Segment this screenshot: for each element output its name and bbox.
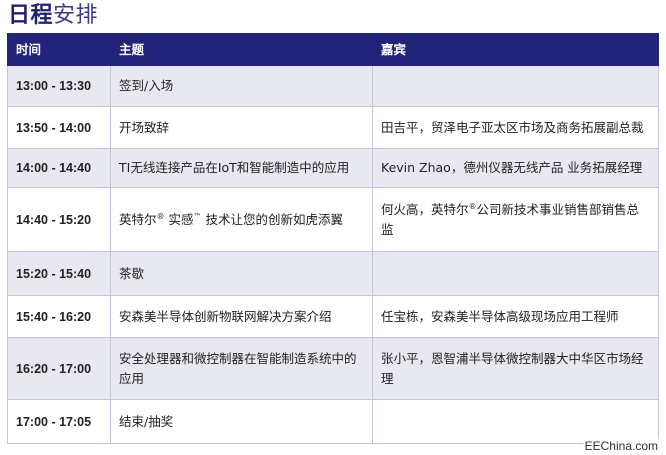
title-rest: 安排	[53, 3, 99, 28]
row-topic: 安森美半导体创新物联网解决方案介绍	[110, 295, 373, 338]
title-bold: 日程	[8, 3, 54, 28]
table-row: 17:00 - 17:05 结束/抽奖	[7, 399, 659, 444]
header-row: 时间 主题 嘉宾	[7, 33, 659, 66]
row-time: 17:00 - 17:05	[7, 399, 111, 444]
header-guest: 嘉宾	[372, 33, 659, 66]
row-topic: TI无线连接产品在IoT和智能制造中的应用	[110, 148, 373, 188]
row-time: 13:00 - 13:30	[7, 65, 111, 107]
row-time: 14:40 - 15:20	[7, 187, 111, 252]
table-row: 16:20 - 17:00 安全处理器和微控制器在智能制造系统中的应用 张小平，…	[7, 337, 659, 400]
schedule-table: 时间 主题 嘉宾 13:00 - 13:30 签到/入场 13:50 - 14:…	[7, 33, 659, 444]
row-time: 13:50 - 14:00	[7, 106, 111, 149]
table-row: 14:40 - 15:20 英特尔® 实感™ 技术让您的创新如虎添翼 何火高，英…	[7, 187, 659, 252]
row-guest: 张小平，恩智浦半导体微控制器大中华区市场经理	[372, 337, 659, 400]
topic-part: 实感	[164, 211, 194, 227]
table-row: 14:00 - 14:40 TI无线连接产品在IoT和智能制造中的应用 Kevi…	[7, 148, 659, 188]
table-row: 15:40 - 16:20 安森美半导体创新物联网解决方案介绍 任宝栋，安森美半…	[7, 295, 659, 338]
header-time: 时间	[7, 33, 111, 66]
row-time: 16:20 - 17:00	[7, 337, 111, 400]
row-guest	[372, 399, 659, 444]
row-time: 15:20 - 15:40	[7, 251, 111, 296]
row-topic: 英特尔® 实感™ 技术让您的创新如虎添翼	[110, 187, 373, 252]
row-guest	[372, 65, 659, 107]
row-time: 15:40 - 16:20	[7, 295, 111, 338]
trademark-mark: ™	[193, 211, 202, 221]
table-row: 13:50 - 14:00 开场致辞 田吉平，贸泽电子亚太区市场及商务拓展副总裁	[7, 106, 659, 149]
table-row: 13:00 - 13:30 签到/入场	[7, 65, 659, 107]
table-row: 15:20 - 15:40 茶歇	[7, 251, 659, 296]
row-guest: 田吉平，贸泽电子亚太区市场及商务拓展副总裁	[372, 106, 659, 149]
watermark: EEChina.com	[582, 439, 660, 453]
row-guest	[372, 251, 659, 296]
row-topic: 结束/抽奖	[110, 399, 373, 444]
registered-mark: ®	[156, 211, 165, 221]
row-time: 14:00 - 14:40	[7, 148, 111, 188]
registered-mark: ®	[468, 201, 477, 211]
row-topic: 安全处理器和微控制器在智能制造系统中的应用	[110, 337, 373, 400]
header-topic: 主题	[110, 33, 373, 66]
row-topic: 签到/入场	[110, 65, 373, 107]
row-guest: 任宝栋，安森美半导体高级现场应用工程师	[372, 295, 659, 338]
row-topic: 茶歇	[110, 251, 373, 296]
page-title: 日程安排	[8, 2, 98, 30]
row-guest: Kevin Zhao，德州仪器无线产品 业务拓展经理	[372, 148, 659, 188]
guest-part: 何火高，英特尔	[381, 201, 469, 217]
row-topic: 开场致辞	[110, 106, 373, 149]
topic-part: 技术让您的创新如虎添翼	[201, 211, 343, 227]
topic-part: 英特尔	[119, 211, 157, 227]
row-guest: 何火高，英特尔®公司新技术事业销售部销售总监	[372, 187, 659, 252]
